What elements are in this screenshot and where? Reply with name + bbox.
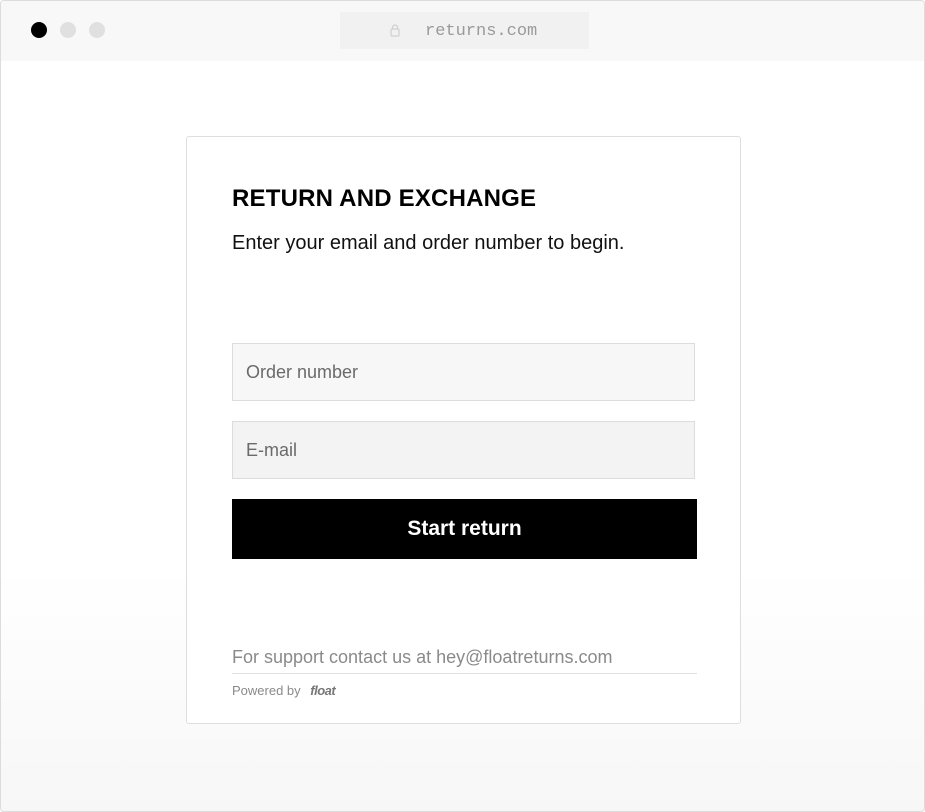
email-field bbox=[232, 421, 695, 479]
email-input[interactable] bbox=[233, 422, 694, 478]
support-text: For support contact us at hey@floatretur… bbox=[232, 647, 612, 668]
address-bar[interactable]: returns.com bbox=[340, 12, 589, 49]
browser-window: returns.com RETURN AND EXCHANGE Enter yo… bbox=[0, 0, 925, 812]
close-window-button[interactable] bbox=[31, 22, 47, 38]
footer-divider bbox=[232, 673, 697, 674]
support-prefix: For support contact us at bbox=[232, 647, 432, 667]
page-title: RETURN AND EXCHANGE bbox=[232, 185, 537, 212]
order-number-field bbox=[232, 343, 695, 401]
minimize-window-button[interactable] bbox=[60, 22, 76, 38]
powered-by-label: Powered by bbox=[232, 683, 301, 698]
page-subtitle: Enter your email and order number to beg… bbox=[232, 232, 625, 254]
start-return-button[interactable]: Start return bbox=[232, 499, 697, 559]
float-logo: float bbox=[310, 683, 336, 698]
order-number-input[interactable] bbox=[233, 344, 694, 400]
lock-icon bbox=[390, 24, 400, 37]
url-text: returns.com bbox=[425, 22, 538, 41]
support-email-link[interactable]: hey@floatreturns.com bbox=[436, 647, 612, 667]
browser-titlebar: returns.com bbox=[1, 1, 924, 61]
maximize-window-button[interactable] bbox=[89, 22, 105, 38]
returns-card: RETURN AND EXCHANGE Enter your email and… bbox=[186, 136, 741, 724]
powered-by: Powered by float bbox=[232, 683, 336, 698]
